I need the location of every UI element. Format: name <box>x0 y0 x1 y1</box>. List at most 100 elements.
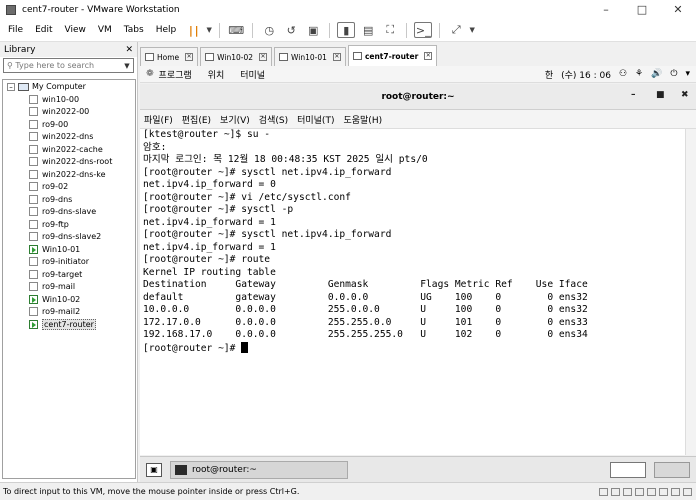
clock[interactable]: (수) 16 : 06 <box>561 68 611 81</box>
chevron-down-icon[interactable]: ▼ <box>204 21 214 40</box>
library-header: Library ✕ <box>0 42 137 57</box>
full-screen-icon[interactable]: ⛶ <box>379 21 401 40</box>
tab-cent7-router[interactable]: cent7-router ✕ <box>347 45 438 66</box>
terminal-line: default gateway 0.0.0.0 UG 100 0 0 ens32 <box>143 291 588 303</box>
display-icon[interactable] <box>683 487 692 496</box>
library-tree: – My Computer win10-00 win2022-00 ro9-00 wi… <box>2 79 136 479</box>
library-vm-item[interactable]: ro9-target <box>3 268 135 281</box>
terminal-scrollbar[interactable] <box>685 129 696 455</box>
vm-label: ro9-00 <box>42 119 69 129</box>
show-desktop-icon[interactable]: ▣ <box>146 462 162 477</box>
close-window-button[interactable]: ✕ <box>660 0 696 19</box>
tree-root-my-computer[interactable]: – My Computer <box>3 80 135 93</box>
library-vm-item[interactable]: ro9-ftp <box>3 218 135 231</box>
vm-icon <box>29 132 38 142</box>
chevron-down-icon[interactable]: ▼ <box>467 21 477 40</box>
library-vm-item[interactable]: ro9-dns-slave <box>3 206 135 219</box>
terminal-close-icon[interactable]: ✖ <box>681 90 689 100</box>
send-ctrl-alt-del-icon[interactable]: ⌨ <box>225 21 247 40</box>
close-library-icon[interactable]: ✕ <box>125 45 133 55</box>
toolbar-separator <box>329 22 331 38</box>
chevron-down-icon[interactable]: ▼ <box>121 62 133 70</box>
library-vm-item[interactable]: win2022-dns <box>3 131 135 144</box>
collapse-icon[interactable]: – <box>7 82 15 91</box>
terminal-menu-view[interactable]: 보기(V) <box>220 113 250 126</box>
library-vm-item[interactable]: ro9-dns <box>3 193 135 206</box>
terminal-line: 암호: <box>143 141 167 153</box>
terminal-output[interactable]: [ktest@router ~]$ su - 암호: 마지막 로그인: 목 12월 … <box>140 129 685 455</box>
usb-icon[interactable] <box>659 487 668 496</box>
places-menu[interactable]: 위치 <box>208 68 225 81</box>
library-vm-item[interactable]: win2022-00 <box>3 106 135 119</box>
cd-drive-icon[interactable] <box>611 487 620 496</box>
menu-file[interactable]: File <box>2 25 29 35</box>
terminal-titlebar: root@router:~ – ■ ✖ <box>140 84 696 110</box>
terminal-menu-edit[interactable]: 편집(E) <box>182 113 211 126</box>
vmware-app-icon <box>6 4 16 15</box>
vm-running-icon <box>29 319 38 329</box>
chevron-down-icon[interactable]: ▾ <box>685 69 690 79</box>
library-vm-item[interactable]: ro9-dns-slave2 <box>3 231 135 244</box>
vm-label: ro9-target <box>42 269 83 279</box>
power-icon[interactable]: ⏻ <box>670 69 677 79</box>
close-tab-icon[interactable]: ✕ <box>185 53 194 61</box>
tab-win10-01[interactable]: Win10-01 ✕ <box>274 47 346 66</box>
library-vm-item[interactable]: Win10-02 <box>3 293 135 306</box>
library-vm-item[interactable]: ro9-mail <box>3 281 135 294</box>
console-view-icon[interactable]: >_ <box>414 22 433 38</box>
accessibility-icon[interactable]: ⚇ <box>619 69 627 79</box>
terminal-menu-terminal[interactable]: 터미널(T) <box>297 113 334 126</box>
terminal-maximize-icon[interactable]: ■ <box>656 90 665 100</box>
close-tab-icon[interactable]: ✕ <box>424 52 433 60</box>
stretch-guest-icon[interactable]: ⤢ <box>445 21 467 40</box>
close-tab-icon[interactable]: ✕ <box>332 53 341 61</box>
library-vm-item[interactable]: ro9-02 <box>3 181 135 194</box>
menu-tabs[interactable]: Tabs <box>118 25 150 35</box>
library-vm-item[interactable]: win10-00 <box>3 93 135 106</box>
pause-icon[interactable]: | | <box>182 21 204 40</box>
close-tab-icon[interactable]: ✕ <box>259 53 268 61</box>
terminal-cursor <box>241 341 249 353</box>
menu-view[interactable]: View <box>59 25 92 35</box>
tab-home[interactable]: Home ✕ <box>140 47 199 66</box>
menu-vm[interactable]: VM <box>92 25 118 35</box>
snapshot-icon[interactable]: ◷ <box>258 21 280 40</box>
library-vm-item[interactable]: ro9-00 <box>3 118 135 131</box>
library-search-input[interactable]: ⚲ Type here to search ▼ <box>3 58 134 73</box>
network-adapter-icon[interactable] <box>647 487 656 496</box>
thumbnail-view-icon[interactable]: ▤ <box>357 21 379 40</box>
applications-menu[interactable]: 프로그램 <box>159 68 192 81</box>
volume-icon[interactable]: 🔊 <box>651 69 662 79</box>
input-method-indicator[interactable]: 한 <box>545 68 553 81</box>
menu-help[interactable]: Help <box>150 25 183 35</box>
minimize-button[interactable]: – <box>588 0 624 19</box>
terminal-menu-help[interactable]: 도움말(H) <box>343 113 382 126</box>
menu-edit[interactable]: Edit <box>29 25 58 35</box>
library-vm-item[interactable]: Win10-01 <box>3 243 135 256</box>
terminal-menu-file[interactable]: 파일(F) <box>144 113 173 126</box>
library-vm-item[interactable]: ro9-initiator <box>3 256 135 269</box>
library-view-icon[interactable]: ▮ <box>337 22 356 38</box>
network-adapter-icon[interactable] <box>635 487 644 496</box>
tab-win10-02[interactable]: Win10-02 ✕ <box>200 47 273 66</box>
workspace-2[interactable] <box>654 461 690 478</box>
hard-disk-icon[interactable] <box>599 487 608 496</box>
snapshot-manager-icon[interactable]: ▣ <box>302 21 324 40</box>
terminal-minimize-icon[interactable]: – <box>631 90 636 100</box>
sound-card-icon[interactable] <box>671 487 680 496</box>
library-vm-item[interactable]: win2022-dns-ke <box>3 168 135 181</box>
vm-icon <box>29 282 38 292</box>
terminal-app-menu[interactable]: 터미널 <box>240 68 265 81</box>
library-vm-item[interactable]: cent7-router <box>3 318 135 331</box>
terminal-menu-search[interactable]: 검색(S) <box>259 113 288 126</box>
library-vm-item[interactable]: ro9-mail2 <box>3 306 135 319</box>
network-icon[interactable]: ⚘ <box>635 69 643 79</box>
workspace-1[interactable] <box>610 461 646 478</box>
network-adapter-icon[interactable] <box>623 487 632 496</box>
library-vm-item[interactable]: win2022-dns-root <box>3 156 135 169</box>
status-text: To direct input to this VM, move the mou… <box>3 487 300 496</box>
revert-snapshot-icon[interactable]: ↺ <box>280 21 302 40</box>
taskbar-terminal-item[interactable]: root@router:~ <box>170 460 348 479</box>
maximize-button[interactable]: □ <box>624 0 660 19</box>
library-vm-item[interactable]: win2022-cache <box>3 143 135 156</box>
